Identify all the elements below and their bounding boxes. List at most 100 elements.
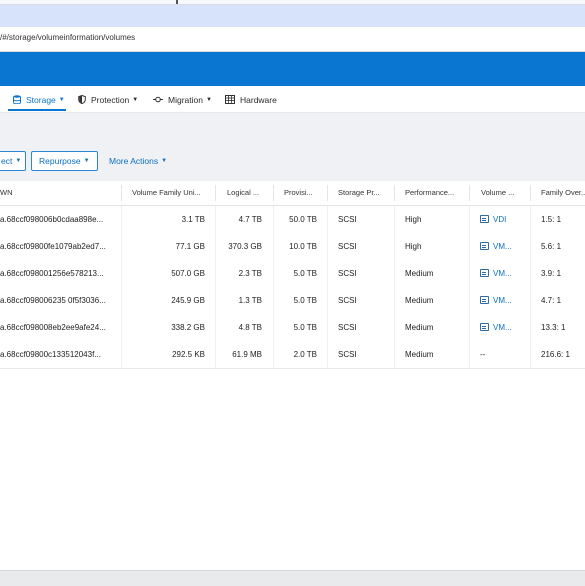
volume-group-link[interactable]: VDI: [493, 215, 506, 224]
chevron-down-icon: ▼: [58, 97, 65, 103]
cell-wwn: a.68ccf098008eb2ee9afe24...: [0, 323, 106, 332]
column-header-family-unique[interactable]: Volume Family Uni...: [132, 188, 210, 197]
cell-family-overhead: 4.7: 1: [541, 296, 562, 305]
table-row[interactable]: a.68ccf09800fe1079ab2ed7... 77.1 GB 370.…: [0, 233, 585, 261]
nav-storage[interactable]: Storage ▼: [13, 93, 65, 107]
repurpose-button-label: Repurpose: [39, 156, 81, 166]
address-url[interactable]: /#/storage/volumeinformation/volumes: [0, 33, 135, 42]
tab-edge-marker: [176, 0, 178, 4]
volume-group-link[interactable]: VM...: [493, 323, 512, 332]
column-header-wwn[interactable]: WN: [0, 188, 110, 197]
cell-family-unique: 292.5 KB: [172, 350, 205, 359]
cell-volume-group[interactable]: VM...: [480, 269, 528, 278]
column-divider: [327, 341, 328, 368]
column-divider: [273, 206, 274, 233]
cell-family-unique: 77.1 GB: [175, 242, 205, 251]
column-header-provisioned[interactable]: Provisi...: [284, 188, 324, 197]
cell-storage-protocol: SCSI: [338, 296, 357, 305]
volume-group-link[interactable]: VM...: [493, 269, 512, 278]
cell-family-unique: 507.0 GB: [171, 269, 205, 278]
chevron-down-icon: ▼: [132, 97, 139, 103]
cell-provisioned: 5.0 TB: [293, 296, 317, 305]
main-nav: Storage ▼ Protection ▼ Migration ▼ Hardw…: [0, 86, 585, 113]
column-divider: [530, 233, 531, 260]
column-divider[interactable]: [273, 185, 274, 201]
chevron-down-icon: ▼: [161, 158, 168, 164]
cell-wwn: a.68ccf098006235 0f5f3036...: [0, 296, 106, 305]
cell-logical: 2.3 TB: [238, 269, 262, 278]
table-row[interactable]: a.68ccf098006235 0f5f3036... 245.9 GB 1.…: [0, 287, 585, 315]
column-divider: [530, 314, 531, 341]
browser-tab-strip: [0, 5, 585, 27]
column-divider: [273, 260, 274, 287]
table-row[interactable]: a.68ccf098006b0cdaa898e... 3.1 TB 4.7 TB…: [0, 206, 585, 234]
column-divider: [469, 260, 470, 287]
column-divider: [469, 206, 470, 233]
table-row[interactable]: a.68ccf098001256e578213... 507.0 GB 2.3 …: [0, 260, 585, 288]
cell-storage-protocol: SCSI: [338, 269, 357, 278]
cell-logical: 61.9 MB: [232, 350, 262, 359]
cell-volume-group[interactable]: VM...: [480, 296, 528, 305]
cell-performance: Medium: [405, 269, 434, 278]
column-header-logical[interactable]: Logical ...: [227, 188, 269, 197]
column-header-volume-group[interactable]: Volume ...: [481, 188, 525, 197]
column-divider: [394, 260, 395, 287]
column-divider: [469, 341, 470, 368]
cell-performance: Medium: [405, 296, 434, 305]
cell-family-overhead: 3.9: 1: [541, 269, 562, 278]
cell-storage-protocol: SCSI: [338, 242, 357, 251]
volume-group-link[interactable]: VM...: [493, 296, 512, 305]
nav-migration-label: Migration: [168, 95, 203, 105]
cell-storage-protocol: SCSI: [338, 323, 357, 332]
repurpose-button[interactable]: Repurpose ▼: [31, 151, 98, 171]
column-divider: [394, 314, 395, 341]
column-divider: [530, 341, 531, 368]
cell-wwn: a.68ccf09800c133512043f...: [0, 350, 101, 359]
more-actions-label: More Actions: [109, 156, 159, 166]
column-header-family-overhead[interactable]: Family Over...: [541, 188, 585, 197]
nav-migration[interactable]: Migration ▼: [153, 93, 212, 107]
cell-provisioned: 2.0 TB: [293, 350, 317, 359]
cell-family-unique: 245.9 GB: [171, 296, 205, 305]
table-row[interactable]: a.68ccf09800c133512043f... 292.5 KB 61.9…: [0, 341, 585, 369]
column-divider[interactable]: [469, 185, 470, 201]
column-divider[interactable]: [530, 185, 531, 201]
column-header-performance[interactable]: Performance...: [405, 188, 463, 197]
nav-protection[interactable]: Protection ▼: [78, 93, 138, 107]
column-divider[interactable]: [327, 185, 328, 201]
volume-group-icon: [480, 215, 489, 223]
cell-family-overhead: 216.6: 1: [541, 350, 570, 359]
column-divider: [215, 341, 216, 368]
volume-group-link[interactable]: VM...: [493, 242, 512, 251]
column-divider: [469, 287, 470, 314]
column-divider[interactable]: [394, 185, 395, 201]
table-row[interactable]: a.68ccf098008eb2ee9afe24... 338.2 GB 4.8…: [0, 314, 585, 342]
column-header-storage-protocol[interactable]: Storage Pr...: [338, 188, 390, 197]
chevron-down-icon: ▼: [205, 97, 212, 103]
protect-button[interactable]: ect ▼: [0, 151, 26, 171]
column-divider: [327, 206, 328, 233]
cell-volume-group[interactable]: VM...: [480, 242, 528, 251]
address-bar[interactable]: /#/storage/volumeinformation/volumes: [0, 27, 585, 52]
column-divider[interactable]: [215, 185, 216, 201]
cell-volume-group[interactable]: VM...: [480, 323, 528, 332]
column-divider: [530, 206, 531, 233]
cell-provisioned: 10.0 TB: [289, 242, 317, 251]
cell-logical: 4.8 TB: [238, 323, 262, 332]
cell-volume-group[interactable]: VDI: [480, 215, 528, 224]
cell-wwn: a.68ccf098006b0cdaa898e...: [0, 215, 104, 224]
cell-performance: High: [405, 215, 422, 224]
cell-wwn: a.68ccf098001256e578213...: [0, 269, 104, 278]
column-divider: [215, 287, 216, 314]
more-actions-button[interactable]: More Actions ▼: [109, 151, 167, 171]
column-divider: [273, 287, 274, 314]
nav-storage-label: Storage: [26, 95, 56, 105]
cell-wwn: a.68ccf09800fe1079ab2ed7...: [0, 242, 106, 251]
chevron-down-icon: ▼: [15, 158, 22, 164]
column-divider: [469, 233, 470, 260]
nav-protection-label: Protection: [91, 95, 130, 105]
column-divider[interactable]: [121, 185, 122, 201]
column-divider: [273, 233, 274, 260]
column-divider: [121, 287, 122, 314]
nav-hardware[interactable]: Hardware: [225, 93, 277, 107]
